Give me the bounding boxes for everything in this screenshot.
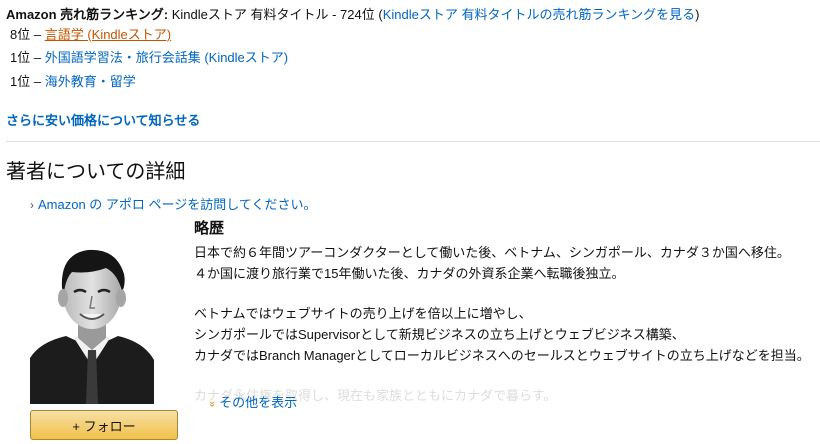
- bio-line: カナダではBranch Managerとしてローカルビジネスへのセールスとウェブ…: [194, 348, 810, 363]
- ranking-item-link[interactable]: 言語学 (Kindleストア): [45, 27, 171, 42]
- ranking-item: 1位 – 外国語学習法・旅行会話集 (Kindleストア): [10, 47, 288, 66]
- bio-heading: 略歴: [194, 220, 225, 237]
- see-more-link[interactable]: その他を表示: [219, 395, 297, 410]
- follow-author-button[interactable]: + フォロー: [30, 410, 178, 440]
- bio-line: シンガポールではSupervisorとして新規ビジネスの立ち上げとウェブビジネス…: [194, 327, 685, 342]
- author-bio: 日本で約６年間ツアーコンダクターとして働いた後、ベトナム、シンガポール、カナダ３…: [194, 242, 816, 406]
- bio-line: 日本で約６年間ツアーコンダクターとして働いた後、ベトナム、シンガポール、カナダ３…: [194, 245, 790, 260]
- chevron-down-icon: »: [206, 400, 219, 408]
- bio-paragraph-gap: [194, 284, 816, 303]
- price-alert-link[interactable]: さらに安い価格について知らせる: [6, 110, 200, 129]
- ranking-item-rank: 8位 –: [10, 27, 42, 42]
- chevron-right-icon: ›: [30, 198, 34, 212]
- ranking-item-rank: 1位 –: [10, 74, 42, 89]
- see-more-toggle[interactable]: »その他を表示: [206, 392, 297, 411]
- ranking-item-rank: 1位 –: [10, 50, 42, 65]
- ranking-label: Amazon 売れ筋ランキング:: [6, 7, 169, 22]
- ranking-item: 1位 – 海外教育・留学: [10, 71, 136, 90]
- ranking-store-text: Kindleストア 有料タイトル - 724位: [171, 7, 375, 22]
- ranking-close-paren: ): [695, 7, 700, 22]
- section-divider: [6, 141, 820, 142]
- bio-line: ４か国に渡り旅行業で15年働いた後、カナダの外資系企業へ転職後独立。: [194, 266, 625, 281]
- author-portrait-image: [30, 238, 154, 404]
- author-page-link-row[interactable]: › Amazon の アポロ ページを訪問してください。: [30, 194, 317, 213]
- ranking-item-link[interactable]: 海外教育・留学: [45, 74, 136, 89]
- author-page-link[interactable]: Amazon の アポロ ページを訪問してください。: [38, 197, 317, 212]
- ranking-item: 8位 – 言語学 (Kindleストア): [10, 24, 171, 43]
- author-section-title: 著者についての詳細: [6, 161, 186, 183]
- bestseller-ranking: Amazon 売れ筋ランキング: Kindleストア 有料タイトル - 724位…: [6, 4, 699, 23]
- ranking-item-link[interactable]: 外国語学習法・旅行会話集 (Kindleストア): [45, 50, 288, 65]
- bio-paragraph-gap: [194, 366, 816, 385]
- author-photo: [30, 238, 154, 404]
- bio-line: ベトナムではウェブサイトの売り上げを倍以上に増やし、: [194, 306, 532, 321]
- ranking-see-list-link[interactable]: Kindleストア 有料タイトルの売れ筋ランキングを見る: [383, 7, 695, 22]
